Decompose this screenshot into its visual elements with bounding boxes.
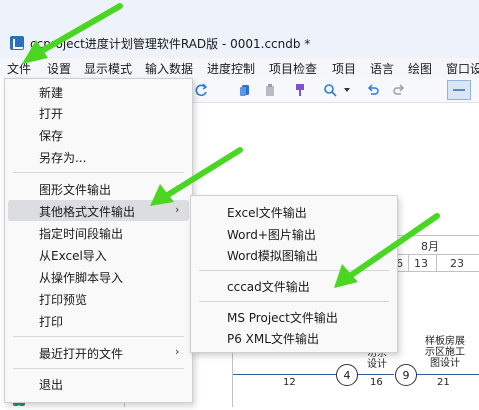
menu-item-graphic-export[interactable]: 图形文件输出 ›: [5, 178, 192, 199]
app-icon: [10, 36, 24, 50]
menu-item-other-format-export[interactable]: 其他格式文件输出 ›: [8, 200, 189, 221]
menu-progress-control[interactable]: 进度控制: [207, 60, 255, 77]
menu-separator: [13, 368, 184, 369]
task-duration: 16: [370, 377, 383, 388]
title-bar: ccproject进度计划管理软件RAD版 - 0001.ccndb *: [0, 0, 479, 58]
menu-separator: [199, 270, 389, 271]
menu-item-period-export[interactable]: 指定时间段输出: [5, 222, 192, 243]
window-title: ccproject进度计划管理软件RAD版 - 0001.ccndb *: [30, 37, 311, 51]
menu-separator: [13, 336, 184, 337]
file-menu: 新建 打开 保存 另存为... 图形文件输出 › 其他格式文件输出 › 指定时间段输…: [4, 78, 193, 403]
chevron-right-icon: ›: [175, 181, 180, 194]
submenu-item-p6xml-export[interactable]: P6 XML文件输出: [191, 327, 397, 349]
menu-bar: 文件 设置 显示模式 输入数据 进度控制 项目检查 项目 语言 绘图 窗口设: [0, 58, 479, 78]
gantt-day-label: 13: [414, 257, 428, 270]
menu-input-data[interactable]: 输入数据: [145, 60, 193, 77]
menu-project[interactable]: 项目: [332, 60, 356, 77]
menu-draw[interactable]: 绘图: [408, 60, 432, 77]
menu-item-recent-files[interactable]: 最近打开的文件 ›: [5, 342, 192, 363]
submenu-item-cccad-export[interactable]: cccad文件输出: [191, 275, 397, 297]
menu-separator: [13, 172, 184, 173]
menu-item-import-script[interactable]: 从操作脚本导入: [5, 266, 192, 287]
gantt-month-label: 8月: [421, 240, 439, 253]
menu-item-save[interactable]: 保存: [5, 124, 192, 145]
chevron-right-icon: ›: [175, 203, 180, 216]
task-duration: 12: [283, 377, 296, 388]
menu-project-check[interactable]: 项目检查: [269, 60, 317, 77]
network-node[interactable]: 4: [336, 364, 358, 386]
task-arrow: [416, 374, 479, 375]
network-node[interactable]: 9: [395, 364, 417, 386]
chevron-right-icon: ›: [175, 345, 180, 358]
toolbar: [185, 78, 479, 103]
menu-separator: [199, 301, 389, 302]
menu-language[interactable]: 语言: [370, 60, 394, 77]
menu-file[interactable]: 文件: [7, 60, 31, 77]
menu-item-save-as[interactable]: 另存为...: [5, 146, 192, 167]
redo-icon[interactable]: [193, 82, 209, 98]
task-arrow: [233, 374, 336, 375]
redo-arrow-icon[interactable]: [391, 82, 407, 98]
gantt-day-label: 23: [450, 257, 464, 270]
menu-item-print-preview[interactable]: 打印预览: [5, 288, 192, 309]
other-format-submenu: Excel文件输出 Word+图片输出 Word模拟图输出 cccad文件输出 …: [190, 195, 398, 353]
menu-item-print[interactable]: 打印: [5, 310, 192, 331]
submenu-item-msproject-export[interactable]: MS Project文件输出: [191, 306, 397, 328]
menu-item-new[interactable]: 新建: [5, 81, 192, 102]
menu-item-exit[interactable]: 退出: [5, 373, 192, 394]
task-duration: 21: [437, 377, 450, 388]
menu-settings[interactable]: 设置: [47, 60, 71, 77]
gantt-divider: [408, 254, 409, 271]
copy-icon[interactable]: [237, 82, 253, 98]
paste-icon[interactable]: [262, 82, 278, 98]
chevron-down-icon[interactable]: [339, 82, 355, 98]
menu-item-open[interactable]: 打开: [5, 102, 192, 123]
task-label: 样板房展 示区施工 图设计: [425, 336, 465, 369]
gantt-divider: [436, 254, 437, 271]
undo-icon[interactable]: [365, 82, 381, 98]
minimize-icon[interactable]: [447, 80, 471, 100]
menu-item-import-excel[interactable]: 从Excel导入: [5, 244, 192, 265]
task-arrow: [357, 374, 394, 375]
submenu-item-word-image-export[interactable]: Word+图片输出: [191, 223, 397, 245]
search-icon[interactable]: [322, 82, 338, 98]
menu-window[interactable]: 窗口设: [446, 60, 479, 77]
format-icon[interactable]: [292, 82, 308, 98]
menu-display-mode[interactable]: 显示模式: [84, 60, 132, 77]
submenu-item-excel-export[interactable]: Excel文件输出: [191, 201, 397, 223]
submenu-item-word-sim-export[interactable]: Word模拟图输出: [191, 244, 397, 266]
